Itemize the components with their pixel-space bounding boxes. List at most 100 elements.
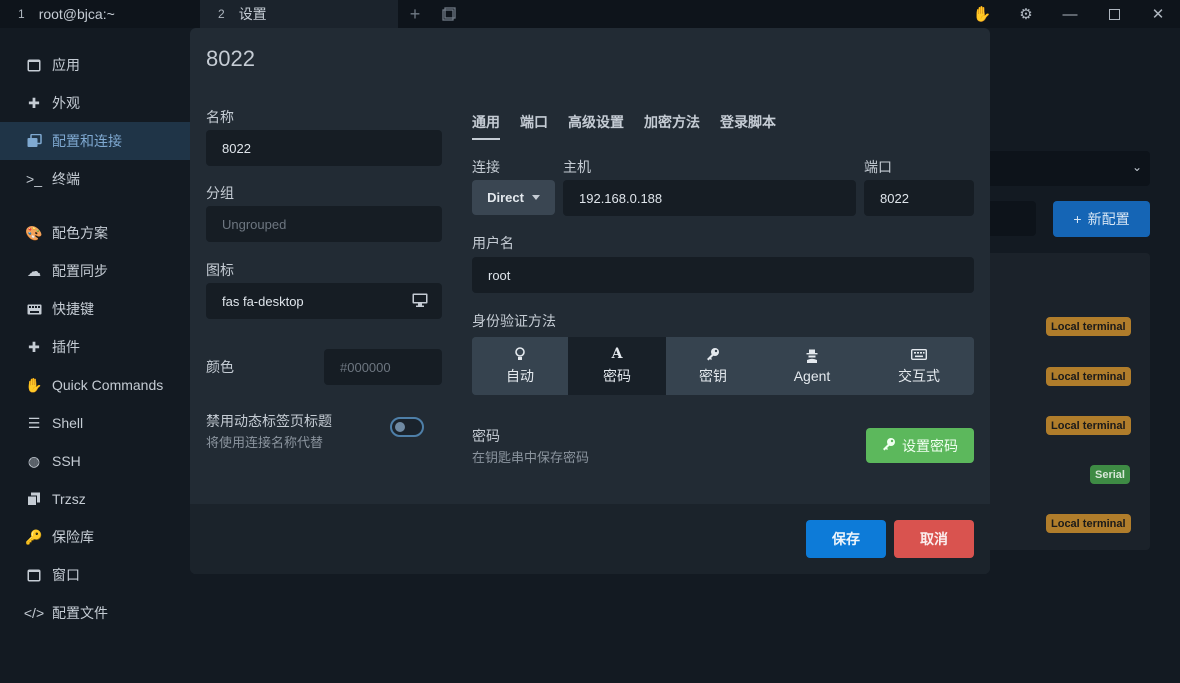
auth-option-interactive[interactable]: 交互式: [864, 337, 974, 395]
sidebar-item-label: Quick Commands: [52, 377, 164, 393]
sidebar-item-label: SSH: [52, 453, 81, 469]
auth-option-key[interactable]: 密钥: [666, 337, 760, 395]
connection-mode-dropdown[interactable]: Direct: [472, 180, 555, 215]
name-input[interactable]: 8022: [206, 130, 442, 166]
sidebar-item-trzsz[interactable]: Trzsz: [0, 480, 190, 518]
user-secret-icon: [806, 348, 818, 364]
cloud-icon: ☁: [27, 262, 41, 279]
plus-icon: +: [1073, 211, 1082, 227]
sidebar-item-label: 窗口: [52, 567, 80, 583]
save-button[interactable]: 保存: [806, 520, 886, 558]
sidebar-item-shell[interactable]: ☰ Shell: [0, 404, 190, 442]
tab-label: root@bjca:~: [38, 6, 115, 22]
tab-settings[interactable]: 2 设置: [200, 0, 398, 28]
profile-type-badge: Local terminal: [1046, 367, 1131, 386]
tab-number: 2: [218, 7, 225, 21]
new-tab-button[interactable]: +: [398, 0, 432, 28]
name-value: 8022: [222, 140, 251, 156]
tab-terminal[interactable]: 1 root@bjca:~: [0, 0, 200, 28]
sidebar-item-config-file[interactable]: </> 配置文件: [0, 594, 190, 632]
minimize-icon: —: [1062, 5, 1078, 23]
hand-icon: ✋: [972, 6, 992, 23]
cancel-button[interactable]: 取消: [894, 520, 974, 558]
profiles-button[interactable]: [432, 0, 466, 28]
host-value: 192.168.0.188: [579, 190, 663, 206]
caret-down-icon: [531, 195, 540, 200]
sidebar-item-color-scheme[interactable]: 🎨 配色方案: [0, 214, 190, 252]
sidebar-item-application[interactable]: 应用: [0, 46, 190, 84]
profile-search-input[interactable]: [990, 201, 1036, 236]
terminal-icon: >_: [26, 171, 42, 187]
quick-commands-button[interactable]: ✋: [960, 0, 1004, 28]
chevron-down-icon: ⌄: [1131, 160, 1142, 174]
keyboard-icon: [24, 304, 44, 315]
files-icon: [24, 492, 44, 506]
minimize-button[interactable]: —: [1048, 0, 1092, 28]
password-desc: 在钥匙串中保存密码: [472, 450, 590, 465]
close-button[interactable]: ✕: [1136, 0, 1180, 28]
lightbulb-icon: [515, 346, 525, 362]
sidebar-item-config-sync[interactable]: ☁ 配置同步: [0, 252, 190, 290]
icon-input[interactable]: fas fa-desktop: [206, 283, 442, 319]
sidebar-item-vault[interactable]: 🔑 保险库: [0, 518, 190, 556]
disable-dynamic-title-desc: 将使用连接名称代替: [206, 435, 324, 450]
port-value: 8022: [880, 190, 909, 206]
auth-option-label: 密钥: [699, 368, 727, 384]
sidebar-item-label: 应用: [52, 57, 80, 73]
tab-label: 设置: [238, 6, 267, 22]
username-input[interactable]: root: [472, 257, 974, 293]
sidebar-item-plugins[interactable]: ✚ 插件: [0, 328, 190, 366]
dialog-title: 8022: [206, 46, 255, 71]
tab-advanced[interactable]: 高级设置: [568, 112, 624, 140]
sidebar-item-window[interactable]: 窗口: [0, 556, 190, 594]
disable-dynamic-title-toggle[interactable]: [390, 417, 424, 437]
disable-dynamic-title-label: 禁用动态标签页标题: [206, 413, 332, 429]
profile-type-badge: Local terminal: [1046, 317, 1131, 336]
settings-button[interactable]: ⚙: [1004, 0, 1048, 28]
window-stack-icon: [442, 7, 456, 21]
group-label: 分组: [206, 185, 234, 201]
sidebar-item-label: Trzsz: [52, 491, 86, 507]
sidebar-item-label: 保险库: [52, 529, 94, 545]
auth-option-agent[interactable]: Agent: [760, 337, 864, 395]
list-icon: ☰: [27, 414, 41, 431]
color-input[interactable]: #000000: [324, 349, 442, 385]
window-icon: [24, 569, 44, 582]
sidebar-item-profiles[interactable]: 配置和连接: [0, 122, 190, 160]
tab-ports[interactable]: 端口: [520, 112, 548, 140]
sidebar-item-ssh[interactable]: ◍ SSH: [0, 442, 190, 480]
sidebar-item-terminal[interactable]: >_ 终端: [0, 160, 190, 198]
host-input[interactable]: 192.168.0.188: [563, 180, 856, 216]
tab-ciphers[interactable]: 加密方法: [644, 112, 700, 140]
new-profile-button[interactable]: + 新配置: [1053, 201, 1150, 237]
keyboard-icon: [911, 346, 927, 362]
window-icon: [24, 59, 44, 72]
set-password-button[interactable]: 设置密码: [866, 428, 974, 463]
auth-option-auto[interactable]: 自动: [472, 337, 568, 395]
sidebar-item-hotkeys[interactable]: 快捷键: [0, 290, 190, 328]
code-icon: </>: [23, 605, 45, 621]
tab-general[interactable]: 通用: [472, 112, 500, 140]
password-label: 密码: [472, 428, 500, 444]
plugin-icon: ✚: [28, 338, 40, 355]
auth-option-password[interactable]: A 密码: [568, 337, 666, 395]
host-label: 主机: [563, 159, 591, 175]
sidebar-item-label: 配置同步: [52, 263, 108, 279]
tab-number: 1: [18, 7, 25, 21]
group-input[interactable]: Ungrouped: [206, 206, 442, 242]
gear-icon: ⚙: [1019, 6, 1033, 23]
port-input[interactable]: 8022: [864, 180, 974, 216]
sidebar-item-label: 配色方案: [52, 225, 108, 241]
maximize-button[interactable]: [1092, 0, 1136, 28]
font-icon: A: [611, 346, 623, 362]
username-value: root: [488, 267, 511, 283]
close-icon: ✕: [1151, 6, 1165, 23]
sidebar-item-quick-commands[interactable]: ✋ Quick Commands: [0, 366, 190, 404]
key-icon: [706, 346, 720, 362]
tab-login-scripts[interactable]: 登录脚本: [720, 112, 776, 140]
profile-type-badge: Local terminal: [1046, 514, 1131, 533]
title-bar: 1 root@bjca:~ 2 设置 + ✋ ⚙ — ✕: [0, 0, 1180, 28]
profile-filter-select[interactable]: ⌄: [990, 151, 1150, 186]
sidebar-item-appearance[interactable]: ✚ 外观: [0, 84, 190, 122]
hand-icon: ✋: [25, 376, 43, 393]
